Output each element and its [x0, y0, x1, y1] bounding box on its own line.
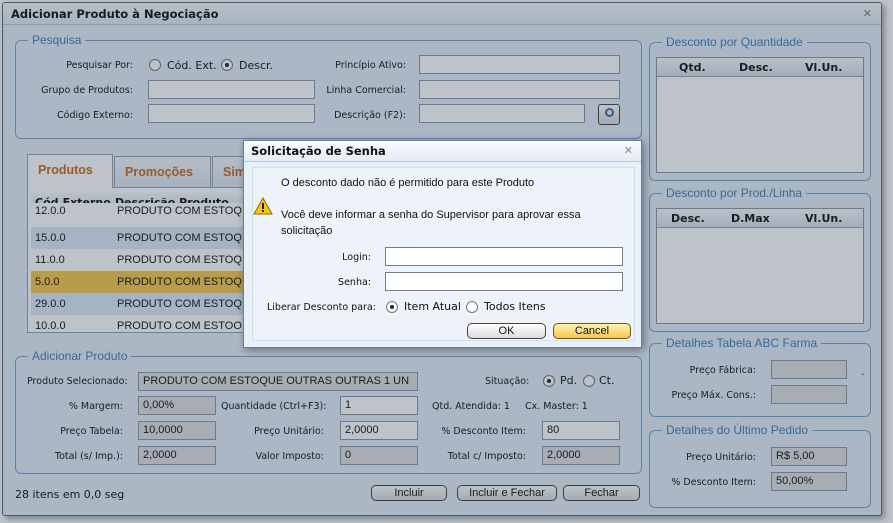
- liberar-label: Liberar Desconto para:: [267, 302, 376, 313]
- radio-item-atual[interactable]: [386, 301, 398, 313]
- dialog-body: O desconto dado não é permitido para est…: [252, 167, 635, 341]
- login-input[interactable]: [385, 247, 623, 266]
- password-dialog: Solicitação de Senha ✕ O desconto dado n…: [243, 140, 642, 348]
- radio-item-atual-label: Item Atual: [404, 300, 461, 313]
- warning-icon: [253, 197, 273, 215]
- ok-button[interactable]: OK: [467, 323, 546, 339]
- dialog-close-icon[interactable]: ✕: [624, 144, 633, 157]
- dialog-message-2: Você deve informar a senha do Supervisor…: [281, 209, 581, 221]
- radio-todos-itens[interactable]: [466, 301, 478, 313]
- cancel-button[interactable]: Cancel: [553, 323, 631, 339]
- dialog-message-1: O desconto dado não é permitido para est…: [281, 177, 535, 189]
- dialog-title: Solicitação de Senha: [251, 144, 386, 158]
- radio-todos-itens-label: Todos Itens: [484, 300, 546, 313]
- dialog-titlebar: Solicitação de Senha ✕: [244, 141, 641, 162]
- senha-label: Senha:: [338, 277, 371, 288]
- dialog-message-3: solicitação: [281, 225, 333, 237]
- login-label: Login:: [342, 252, 371, 263]
- senha-input[interactable]: [385, 272, 623, 291]
